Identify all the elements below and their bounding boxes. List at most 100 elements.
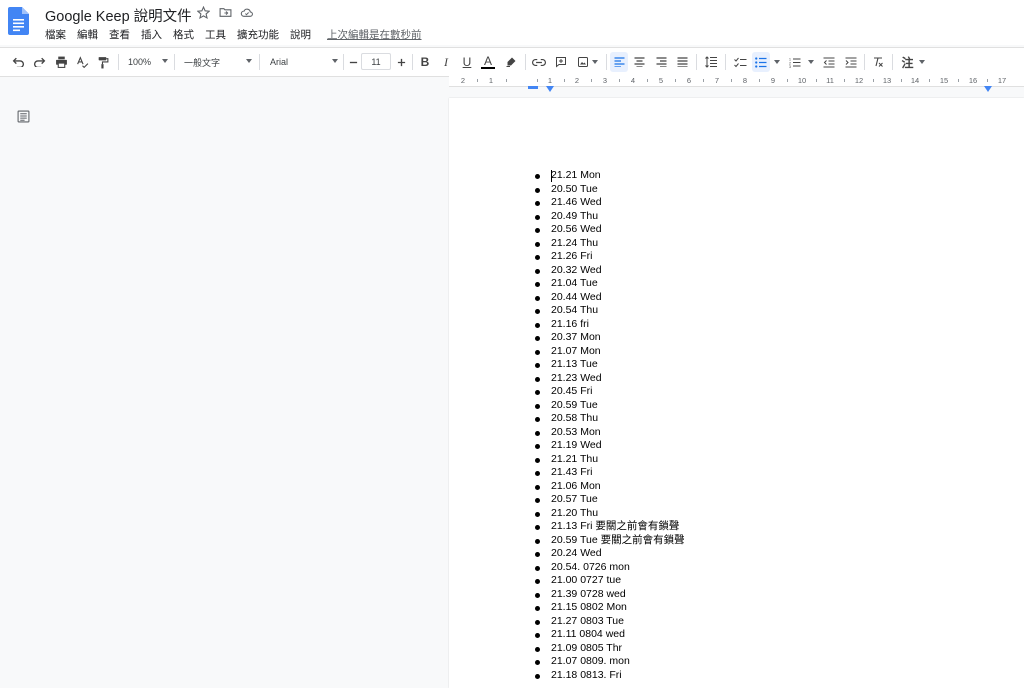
menu-help[interactable]: 說明 xyxy=(290,27,311,42)
list-item[interactable]: 20.59 Tue xyxy=(535,399,685,413)
list-item[interactable]: 21.06 Mon xyxy=(535,480,685,494)
ruler-tick xyxy=(703,79,704,82)
list-item[interactable]: 20.45 Fri xyxy=(535,385,685,399)
list-item[interactable]: 21.13 Fri 要關之前會有鎖聲 xyxy=(535,520,685,534)
align-right-icon[interactable] xyxy=(653,52,669,72)
list-item[interactable]: 21.13 Tue xyxy=(535,358,685,372)
list-item[interactable]: 21.43 Fri xyxy=(535,466,685,480)
numbered-list-icon[interactable]: 123 xyxy=(787,52,803,72)
list-item[interactable]: 20.32 Wed xyxy=(535,264,685,278)
list-item[interactable]: 21.23 Wed xyxy=(535,372,685,386)
decrease-indent-icon[interactable] xyxy=(821,52,837,72)
menu-file[interactable]: 檔案 xyxy=(45,27,66,42)
list-item[interactable]: 21.07 0809. mon xyxy=(535,655,685,669)
bulleted-list-button[interactable] xyxy=(752,52,770,72)
list-item[interactable]: 21.26 Fri xyxy=(535,250,685,264)
text-color-button[interactable]: A xyxy=(480,52,496,72)
menu-extensions[interactable]: 擴充功能 xyxy=(237,27,279,42)
list-item[interactable]: 20.49 Thu xyxy=(535,210,685,224)
underline-button[interactable]: U xyxy=(459,52,475,72)
list-item[interactable]: 21.16 fri xyxy=(535,318,685,332)
ruler-number: 9 xyxy=(770,76,776,85)
docs-logo-icon[interactable] xyxy=(8,7,29,35)
list-item[interactable]: 20.53 Mon xyxy=(535,426,685,440)
list-item[interactable]: 21.19 Wed xyxy=(535,439,685,453)
font-size-input[interactable]: 11 xyxy=(361,53,391,70)
list-item[interactable]: 21.20 Thu xyxy=(535,507,685,521)
print-icon[interactable] xyxy=(53,52,69,72)
checklist-icon[interactable] xyxy=(731,52,749,72)
menu-format[interactable]: 格式 xyxy=(173,27,194,42)
left-indent-marker[interactable] xyxy=(546,79,554,97)
paragraph-style-select[interactable]: 一般文字 xyxy=(184,54,252,70)
line-spacing-icon[interactable] xyxy=(702,52,720,72)
menu-insert[interactable]: 插入 xyxy=(141,27,162,42)
ruler-number: 2 xyxy=(460,76,466,85)
list-item[interactable]: 20.54 Thu xyxy=(535,304,685,318)
align-center-icon[interactable] xyxy=(631,52,647,72)
list-item[interactable]: 21.18 0813. Fri xyxy=(535,669,685,683)
bold-button[interactable]: B xyxy=(417,52,433,72)
list-item[interactable]: 20.44 Wed xyxy=(535,291,685,305)
spellcheck-icon[interactable] xyxy=(74,52,90,72)
list-item[interactable]: 20.37 Mon xyxy=(535,331,685,345)
input-tools-button[interactable]: 注 xyxy=(898,52,928,72)
last-edit-link[interactable]: 上次編輯是在數秒前 xyxy=(327,27,422,42)
increase-indent-icon[interactable] xyxy=(843,52,859,72)
list-item[interactable]: 21.39 0728 wed xyxy=(535,588,685,602)
list-item[interactable]: 20.56 Wed xyxy=(535,223,685,237)
list-item[interactable]: 20.54. 0726 mon xyxy=(535,561,685,575)
highlight-icon[interactable] xyxy=(503,52,519,72)
decrease-font-size-icon[interactable] xyxy=(346,52,360,72)
list-item[interactable]: 21.07 Mon xyxy=(535,345,685,359)
font-select[interactable]: Arial xyxy=(270,54,338,70)
increase-font-size-icon[interactable] xyxy=(394,52,408,72)
undo-icon[interactable] xyxy=(10,52,26,72)
list-item[interactable]: 21.46 Wed xyxy=(535,196,685,210)
list-item[interactable]: 21.15 0802 Mon xyxy=(535,601,685,615)
bulleted-list[interactable]: 21.21 Mon 20.50 Tue 21.46 Wed 20.49 Thu 20.5… xyxy=(535,169,685,683)
list-item[interactable]: 20.57 Tue xyxy=(535,493,685,507)
list-item[interactable]: 21.21 Thu xyxy=(535,453,685,467)
toolbar-divider xyxy=(606,54,607,70)
justify-icon[interactable] xyxy=(674,52,690,72)
list-item[interactable]: 21.04 Tue xyxy=(535,277,685,291)
menu-view[interactable]: 查看 xyxy=(109,27,130,42)
list-item[interactable]: 21.24 Thu xyxy=(535,237,685,251)
list-item[interactable]: 21.11 0804 wed xyxy=(535,628,685,642)
menu-edit[interactable]: 編輯 xyxy=(77,27,98,42)
first-line-indent-marker[interactable] xyxy=(528,76,538,94)
redo-icon[interactable] xyxy=(31,52,47,72)
add-comment-icon[interactable] xyxy=(553,52,569,72)
zoom-select[interactable]: 100% xyxy=(128,54,168,70)
right-indent-marker[interactable] xyxy=(984,79,992,97)
ruler-tick xyxy=(564,79,565,82)
star-icon[interactable] xyxy=(196,5,210,19)
list-item[interactable]: 21.00 0727 tue xyxy=(535,574,685,588)
svg-text:1: 1 xyxy=(789,57,791,61)
text-color-letter: A xyxy=(483,54,492,68)
bullet-options-chevron-icon[interactable] xyxy=(772,52,782,72)
list-item[interactable]: 20.58 Thu xyxy=(535,412,685,426)
list-item[interactable]: 20.59 Tue 要關之前會有鎖聲 xyxy=(535,534,685,548)
align-left-button[interactable] xyxy=(610,52,628,72)
italic-button[interactable]: I xyxy=(438,52,454,72)
list-item[interactable]: 20.50 Tue xyxy=(535,183,685,197)
move-folder-icon[interactable] xyxy=(218,5,232,19)
ruler-tick xyxy=(929,79,930,82)
paint-format-icon[interactable] xyxy=(95,52,111,72)
horizontal-ruler[interactable]: 2 1 1 2 3 4 5 6 7 8 9 10 11 12 13 14 15 … xyxy=(449,76,1024,92)
numbered-options-chevron-icon[interactable] xyxy=(806,52,816,72)
menu-tools[interactable]: 工具 xyxy=(205,27,226,42)
cloud-saved-icon[interactable] xyxy=(240,5,254,19)
clear-formatting-icon[interactable] xyxy=(870,52,886,72)
list-item[interactable]: 21.09 0805 Thr xyxy=(535,642,685,656)
insert-link-icon[interactable] xyxy=(531,52,547,72)
document-outline-icon[interactable] xyxy=(17,110,30,123)
insert-image-icon[interactable] xyxy=(575,52,599,72)
document-title[interactable]: Google Keep 說明文件 xyxy=(45,5,192,26)
toolbar: 100% 一般文字 Arial 11 B I U A 1 2 3 注 xyxy=(0,47,1024,77)
list-item[interactable]: 21.21 Mon xyxy=(535,169,685,183)
list-item[interactable]: 20.24 Wed xyxy=(535,547,685,561)
list-item[interactable]: 21.27 0803 Tue xyxy=(535,615,685,629)
